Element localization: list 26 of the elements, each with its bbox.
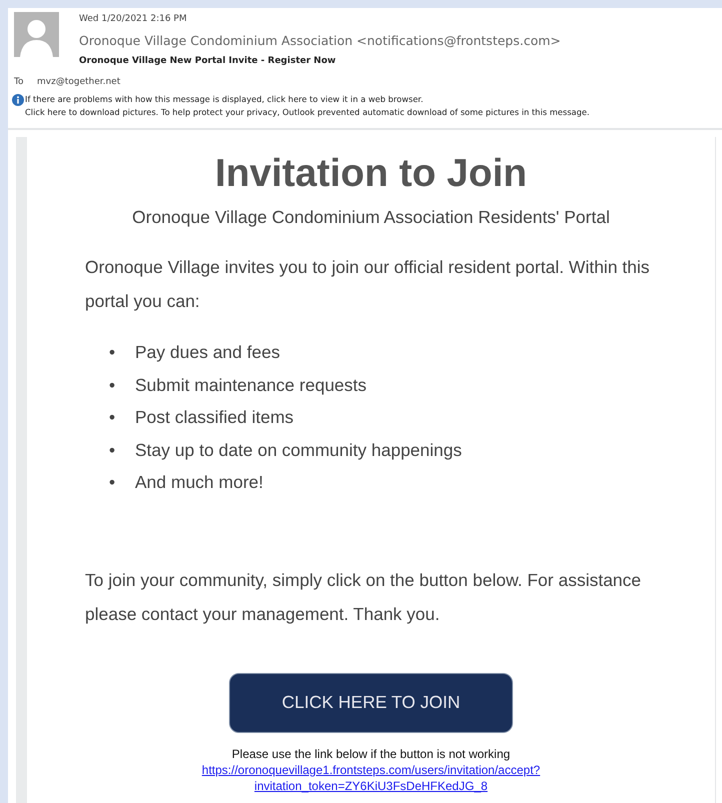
invitation-link[interactable]: https://oronoquevillage1.frontsteps.com/users/invitation/accept? invitation_token=ZY6KiU3FsDeHFKedJG_8 [202, 762, 540, 794]
to-label: To [14, 76, 24, 89]
info-line[interactable]: Click here to download pictures. To help protect your privacy, Outlook prevented automatic download of some pictures in this message. [25, 106, 590, 120]
bullet-icon: • [109, 401, 135, 434]
info-icon[interactable] [12, 94, 24, 106]
info-line[interactable]: If there are problems with how this message is displayed, click here to view it in a web browser. [25, 93, 424, 106]
subheading: Oronoque Village Condominium Association Residents' Portal [131, 206, 611, 229]
subject: Oronoque Village New Portal Invite - Register Now [79, 55, 337, 68]
bullet-icon: • [109, 434, 135, 466]
list-item: Stay up to date on community happenings [135, 438, 462, 462]
join-button[interactable]: CLICK HERE TO JOIN [229, 672, 513, 733]
paragraph: To join your community, simply click on the button below. For assistance please contact your management. Thank you. [85, 568, 642, 626]
avatar-icon [14, 12, 59, 57]
list-item: Submit maintenance requests [135, 374, 367, 397]
sender: Oronoque Village Condominium Association <notifications@frontsteps.com> [79, 32, 561, 50]
paragraph: Oronoque Village invites you to join our official resident portal. Within this portal you can: [85, 256, 651, 314]
recipient: mvz@together.net [37, 76, 120, 89]
sent-date: Wed 1/20/2021 2:16 PM [79, 13, 188, 26]
bullet-icon: • [109, 336, 135, 369]
list-item: Pay dues and fees [135, 341, 280, 364]
heading: Invitation to Join [214, 151, 528, 197]
bullet-icon: • [109, 368, 135, 402]
list-item: Post classified items [135, 406, 294, 430]
list-item: And much more! [135, 471, 264, 494]
bullet-icon: • [109, 466, 135, 499]
fallback-note: Please use the link below if the button is not working [230, 746, 512, 762]
